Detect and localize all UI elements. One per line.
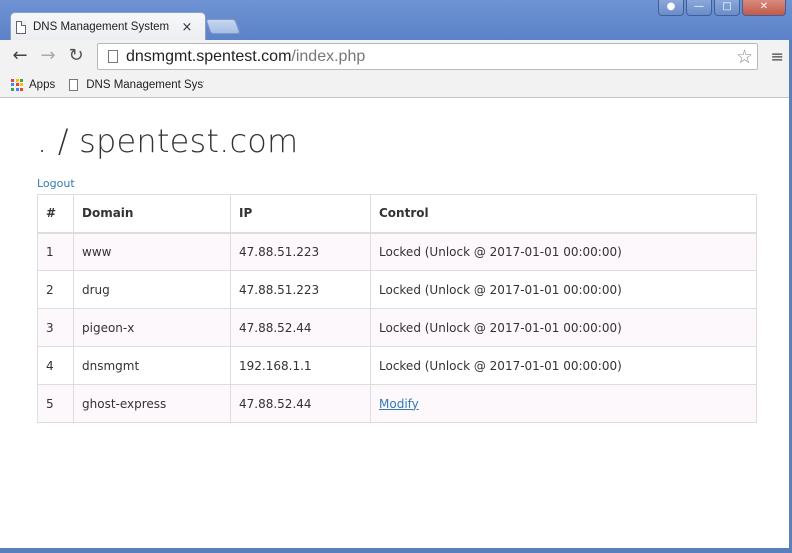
cell-control: Locked (Unlock @ 2017-01-01 00:00:00) (370, 308, 757, 347)
close-window-button[interactable]: ✕ (742, 0, 786, 16)
cell-ip: 47.88.51.223 (230, 232, 371, 271)
apps-grid-dot (15, 78, 19, 82)
page-title: . / spentest.com (37, 122, 299, 160)
header-control: Control (370, 194, 757, 234)
apps-label: Apps (29, 78, 56, 91)
apps-grid-dot (15, 87, 19, 91)
address-bar[interactable]: dnsmgmt.spentest.com/index.php ☆ (97, 43, 758, 70)
reload-button[interactable]: ↻ (62, 42, 90, 70)
cell-domain: drug (73, 270, 231, 309)
menu-icon[interactable]: ≡ (771, 47, 784, 66)
table-row: 4 dnsmgmt 192.168.1.1 Locked (Unlock @ 2… (37, 346, 757, 385)
cell-number: 1 (37, 232, 74, 271)
bookmarks-bar: Apps DNS Management Syste (0, 72, 792, 98)
cell-number: 3 (37, 308, 74, 347)
cell-domain: pigeon-x (73, 308, 231, 347)
apps-grid-dot (11, 83, 14, 86)
bookmark-star-icon[interactable]: ☆ (736, 46, 753, 68)
url-host: dnsmgmt.spentest.com (126, 47, 292, 65)
url-path: /index.php (291, 47, 366, 65)
cell-number: 5 (37, 384, 74, 423)
apps-grid-icon (11, 78, 23, 91)
back-button[interactable]: ← (6, 42, 34, 70)
window-controls: ● — □ ✕ (658, 0, 786, 16)
cell-control: Locked (Unlock @ 2017-01-01 00:00:00) (370, 270, 757, 309)
cell-number: 4 (37, 346, 74, 385)
table-row: 5 ghost-express 47.88.52.44 Modify (37, 384, 757, 423)
table-row: 1 www 47.88.51.223 Locked (Unlock @ 2017… (37, 232, 757, 271)
table-header-row: # Domain IP Control (37, 194, 757, 234)
page-icon (69, 78, 79, 91)
dns-records-table: # Domain IP Control 1 www 47.88.51.223 L… (37, 194, 757, 423)
forward-button[interactable]: → (34, 42, 62, 70)
browser-tab-content[interactable]: DNS Management System × (16, 15, 200, 39)
cell-domain: dnsmgmt (73, 346, 231, 385)
cell-ip: 47.88.52.44 (230, 308, 371, 347)
cell-ip: 192.168.1.1 (230, 346, 371, 385)
cell-ip: 47.88.52.44 (230, 384, 371, 423)
new-tab-button[interactable] (205, 19, 241, 34)
table-row: 2 drug 47.88.51.223 Locked (Unlock @ 201… (37, 270, 757, 309)
apps-grid-dot (20, 78, 23, 82)
cell-control: Locked (Unlock @ 2017-01-01 00:00:00) (370, 346, 757, 385)
minimize-button[interactable]: — (686, 0, 712, 16)
apps-grid-dot (20, 83, 23, 86)
cell-ip: 47.88.51.223 (230, 270, 371, 309)
maximize-button[interactable]: □ (714, 0, 740, 16)
header-ip: IP (230, 194, 371, 234)
table-row: 3 pigeon-x 47.88.52.44 Locked (Unlock @ … (37, 308, 757, 347)
page-content: . / spentest.com Logout # Domain IP Cont… (0, 98, 789, 548)
cell-control: Modify (370, 384, 757, 423)
apps-grid-dot (20, 87, 23, 91)
cell-domain: www (73, 232, 231, 271)
tab-close-icon[interactable]: × (180, 20, 194, 35)
user-icon[interactable]: ● (658, 0, 684, 16)
header-domain: Domain (73, 194, 231, 234)
cell-domain: ghost-express (73, 384, 231, 423)
browser-toolbar: ← → ↻ dnsmgmt.spentest.com/index.php ☆ ≡ (0, 40, 792, 72)
bookmark-dns-management[interactable]: DNS Management Syste (69, 78, 205, 91)
window-frame-bottom (0, 548, 792, 553)
apps-grid-dot (11, 87, 14, 91)
window-titlebar: DNS Management System × ● — □ ✕ (0, 0, 792, 40)
header-number: # (37, 194, 74, 234)
apps-grid-dot (15, 83, 19, 86)
cell-control: Locked (Unlock @ 2017-01-01 00:00:00) (370, 232, 757, 271)
url-text[interactable]: dnsmgmt.spentest.com/index.php (126, 48, 736, 66)
tab-title: DNS Management System (33, 21, 170, 33)
page-icon (16, 20, 26, 34)
apps-grid-dot (11, 78, 14, 82)
bookmark-label: DNS Management Syste (86, 78, 205, 91)
page-icon (108, 50, 118, 63)
cell-number: 2 (37, 270, 74, 309)
logout-link[interactable]: Logout (37, 177, 75, 190)
modify-link[interactable]: Modify (379, 397, 419, 411)
bookmark-apps[interactable]: Apps (0, 78, 56, 91)
